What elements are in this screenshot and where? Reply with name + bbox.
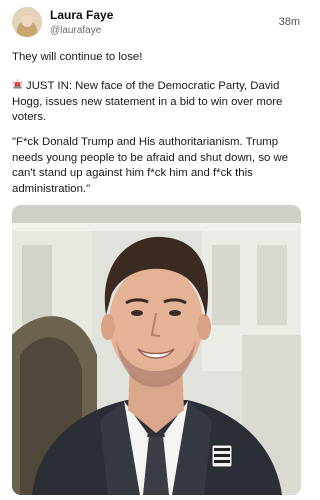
author-avatar[interactable] — [12, 7, 42, 37]
author-names: Laura Faye @laurafaye — [50, 8, 113, 37]
post-card: Laura Faye @laurafaye 38m They will cont… — [0, 0, 312, 500]
post-header: Laura Faye @laurafaye 38m — [12, 7, 300, 39]
post-image[interactable] — [12, 205, 301, 495]
paragraph-2-text: JUST IN: New face of the Democratic Part… — [12, 80, 283, 123]
author-handle[interactable]: @laurafaye — [50, 24, 113, 37]
paragraph-1-text: They will continue to lose! — [12, 51, 143, 63]
post-timestamp[interactable]: 38m — [279, 16, 300, 28]
post-text-paragraph-1: They will continue to lose! — [12, 50, 304, 66]
police-light-icon — [12, 79, 23, 89]
author-display-name[interactable]: Laura Faye — [50, 8, 113, 23]
avatar-image — [12, 7, 42, 37]
post-photo — [12, 205, 301, 495]
post-text-paragraph-3: "F*ck Donald Trump and His authoritarian… — [12, 135, 304, 197]
paragraph-3-text: "F*ck Donald Trump and His authoritarian… — [12, 136, 289, 195]
post-text-paragraph-2: JUST IN: New face of the Democratic Part… — [12, 79, 304, 126]
